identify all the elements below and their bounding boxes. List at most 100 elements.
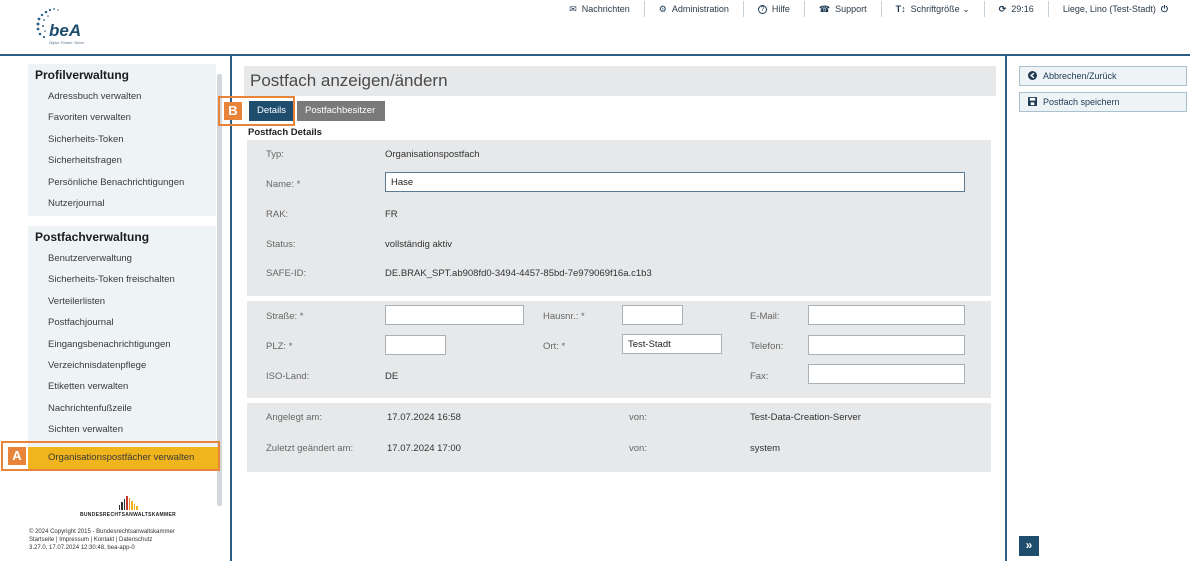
- created-by-label: von:: [629, 412, 647, 423]
- zip-input[interactable]: [385, 335, 446, 355]
- address-panel: Straße: * Hausnr.: * E-Mail: PLZ: * Ort:…: [247, 301, 991, 398]
- cancel-back-button[interactable]: Abbrechen/Zurück: [1019, 66, 1187, 86]
- footer-links[interactable]: Startseite | Impressum | Kontakt | Daten…: [29, 536, 175, 544]
- arrow-left-circle-icon: [1028, 70, 1037, 82]
- house-number-label: Hausnr.: *: [543, 311, 585, 322]
- sidebar-item-mailbox-journal[interactable]: Postfachjournal: [28, 312, 216, 333]
- session-timer[interactable]: ⟳ 29:16: [985, 1, 1049, 17]
- changed-value: 17.07.2024 17:00: [387, 443, 461, 454]
- sidebar-item-views[interactable]: Sichten verwalten: [28, 419, 216, 440]
- type-label: Typ:: [266, 149, 284, 160]
- sidebar-item-security-questions[interactable]: Sicherheitsfragen: [28, 150, 216, 171]
- safe-id-label: SAFE-ID:: [266, 268, 307, 279]
- nav-administration[interactable]: ⚙ Administration: [645, 1, 744, 17]
- city-input[interactable]: [622, 334, 722, 354]
- refresh-icon: ⟳: [998, 3, 1007, 14]
- safe-id-value: DE.BRAK_SPT.ab908fd0-3494-4457-85bd-7e97…: [385, 268, 652, 279]
- type-value: Organisationspostfach: [385, 149, 480, 160]
- envelope-icon: ✉: [569, 3, 577, 14]
- top-bar: beA Digital. Einfach. Sicher. ✉ Nachrich…: [0, 0, 1190, 56]
- changed-label: Zuletzt geändert am:: [266, 443, 354, 454]
- fax-label: Fax:: [750, 371, 769, 382]
- session-timer-label: 29:16: [1011, 4, 1034, 14]
- email-input[interactable]: [808, 305, 965, 325]
- power-icon[interactable]: ⏻: [1161, 4, 1168, 15]
- nav-help-label: Hilfe: [771, 4, 790, 14]
- sidebar-item-favorites[interactable]: Favoriten verwalten: [28, 107, 216, 128]
- created-by-value: Test-Data-Creation-Server: [750, 412, 861, 423]
- save-mailbox-button[interactable]: Postfach speichern: [1019, 92, 1187, 112]
- page-title: Postfach anzeigen/ändern: [244, 66, 996, 96]
- logo-text: beA: [49, 21, 81, 40]
- profile-section: Profilverwaltung Adressbuch verwalten Fa…: [28, 64, 216, 216]
- sidebar-footer: © 2024 Copyright 2015 - Bundesrechtsanwa…: [29, 528, 175, 552]
- created-value: 17.07.2024 16:58: [387, 412, 461, 423]
- nav-support-label: Support: [835, 4, 867, 14]
- logo-tagline: Digital. Einfach. Sicher.: [49, 41, 85, 45]
- rak-label: RAK:: [266, 209, 289, 220]
- sidebar-item-address-book[interactable]: Adressbuch verwalten: [28, 86, 216, 107]
- user-logout[interactable]: Liege, Lino (Test-Stadt) ⏻: [1049, 1, 1176, 17]
- sidebar-item-distribution-lists[interactable]: Verteilerlisten: [28, 291, 216, 312]
- status-value: vollständig aktiv: [385, 239, 453, 250]
- expand-panel-button[interactable]: »: [1019, 536, 1039, 556]
- fax-input[interactable]: [808, 364, 965, 384]
- sidebar-item-user-management[interactable]: Benutzerverwaltung: [28, 248, 216, 269]
- brak-label: BUNDESRECHTSANWALTSKAMMER: [79, 512, 176, 518]
- right-action-panel: Abbrechen/Zurück Postfach speichern »: [1005, 56, 1190, 561]
- profile-section-title: Profilverwaltung: [35, 68, 130, 82]
- created-label: Angelegt am:: [266, 412, 322, 423]
- nav-support[interactable]: ☎ Support: [805, 1, 882, 17]
- floppy-disk-icon: [1028, 96, 1037, 108]
- sidebar-item-labels[interactable]: Etiketten verwalten: [28, 376, 216, 397]
- nav-font-size-label: Schriftgröße ⌄: [910, 3, 970, 14]
- user-name: Liege, Lino (Test-Stadt): [1062, 4, 1156, 14]
- name-input[interactable]: [385, 172, 965, 192]
- status-label: Status:: [266, 239, 296, 250]
- phone-label: Telefon:: [750, 341, 784, 352]
- sidebar-item-inbox-notifications[interactable]: Eingangsbenachrichtigungen: [28, 334, 216, 355]
- font-size-icon: T↕: [895, 4, 906, 14]
- sidebar-item-personal-notifications[interactable]: Persönliche Benachrichtigungen: [28, 172, 216, 193]
- footer-version: 3.27.0, 17.07.2024 12:30:48, bea-app-0: [29, 545, 135, 551]
- main-content: Postfach anzeigen/ändern Details Postfac…: [218, 56, 1005, 561]
- sidebar-item-security-token[interactable]: Sicherheits-Token: [28, 129, 216, 150]
- sidebar-item-user-journal[interactable]: Nutzerjournal: [28, 193, 216, 214]
- cancel-back-label: Abbrechen/Zurück: [1043, 71, 1117, 81]
- rak-value: FR: [385, 209, 398, 220]
- nav-font-size[interactable]: T↕ Schriftgröße ⌄: [882, 1, 985, 17]
- callout-a-badge: A: [8, 447, 26, 465]
- country-value: DE: [385, 371, 399, 382]
- zip-label: PLZ: *: [266, 341, 293, 352]
- brak-bars-icon: [60, 496, 196, 510]
- callout-a-frame: [1, 441, 220, 471]
- phone-input[interactable]: [808, 335, 965, 355]
- sidebar-item-unlock-token[interactable]: Sicherheits-Token freischalten: [28, 269, 216, 290]
- tab-mailbox-owner[interactable]: Postfachbesitzer: [297, 101, 385, 121]
- brak-logo: BUNDESRECHTSANWALTSKAMMER: [60, 496, 196, 518]
- street-label: Straße: *: [266, 311, 304, 322]
- footer-copyright: © 2024 Copyright 2015 - Bundesrechtsanwa…: [29, 529, 175, 535]
- name-label: Name: *: [266, 179, 301, 190]
- nav-messages-label: Nachrichten: [581, 4, 630, 14]
- sidebar-item-directory-maintenance[interactable]: Verzeichnisdatenpflege: [28, 355, 216, 376]
- top-navigation: ✉ Nachrichten ⚙ Administration ? Hilfe ☎…: [555, 0, 1176, 18]
- left-sidebar: Profilverwaltung Adressbuch verwalten Fa…: [0, 56, 232, 561]
- users-gear-icon: ⚙: [658, 3, 667, 14]
- bea-logo[interactable]: beA Digital. Einfach. Sicher.: [32, 6, 102, 48]
- sidebar-item-message-footer[interactable]: Nachrichtenfußzeile: [28, 398, 216, 419]
- mailbox-section-title: Postfachverwaltung: [35, 230, 150, 244]
- meta-panel: Angelegt am: 17.07.2024 16:58 von: Test-…: [247, 403, 991, 472]
- help-icon: ?: [757, 4, 767, 14]
- nav-administration-label: Administration: [671, 4, 729, 14]
- nav-help[interactable]: ? Hilfe: [744, 1, 805, 17]
- section-title: Postfach Details: [248, 127, 322, 138]
- email-label: E-Mail:: [750, 311, 780, 322]
- nav-messages[interactable]: ✉ Nachrichten: [555, 1, 645, 17]
- country-label: ISO-Land:: [266, 371, 310, 382]
- support-icon: ☎: [818, 3, 831, 14]
- save-mailbox-label: Postfach speichern: [1043, 97, 1120, 107]
- house-number-input[interactable]: [622, 305, 683, 325]
- street-input[interactable]: [385, 305, 524, 325]
- changed-by-label: von:: [629, 443, 647, 454]
